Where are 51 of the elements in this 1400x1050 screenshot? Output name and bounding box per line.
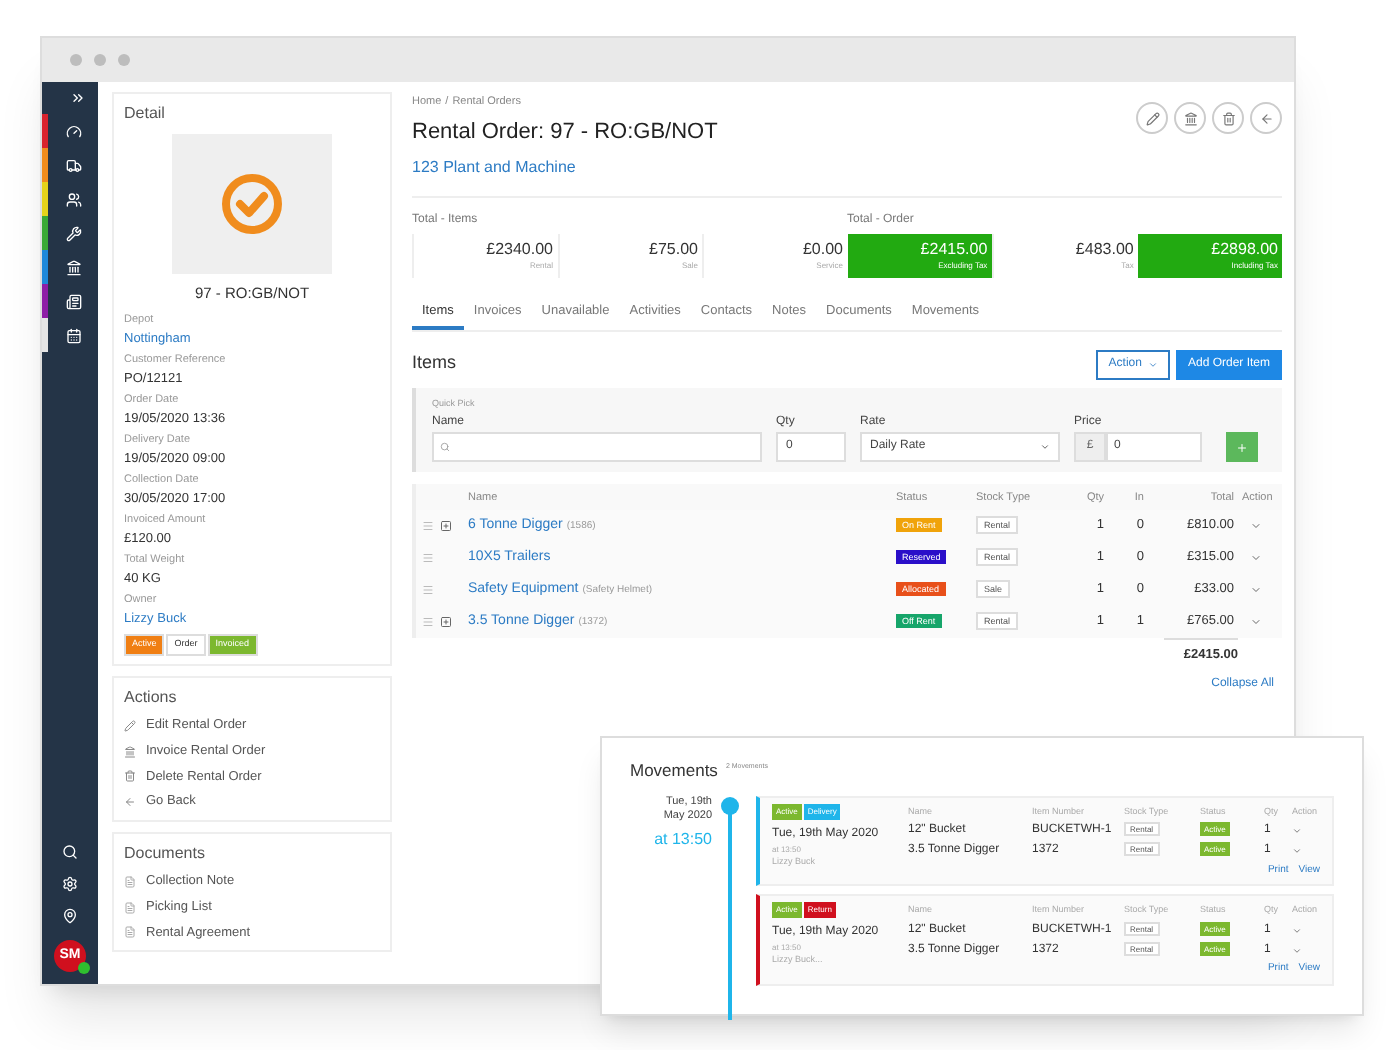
document-icon: [124, 875, 136, 888]
document-icon: [124, 926, 136, 939]
check-circle-icon: [220, 172, 284, 236]
timeline-time: at 13:50: [654, 829, 712, 850]
trash-icon: [124, 770, 136, 783]
gauge-icon[interactable]: [65, 123, 81, 139]
documents-title: Documents: [124, 842, 207, 866]
users-icon[interactable]: [65, 191, 81, 207]
truck-icon[interactable]: [65, 157, 81, 173]
expand-icon[interactable]: [70, 90, 86, 106]
movements-title: Movements: [630, 758, 718, 784]
bank-icon: [1183, 111, 1197, 125]
circle-icon-button[interactable]: [1136, 102, 1168, 134]
newspaper-icon[interactable]: [65, 293, 81, 309]
detail-title: Detail: [124, 102, 167, 126]
chevron-down-icon[interactable]: [1250, 552, 1262, 565]
drag-handle-icon[interactable]: [422, 616, 434, 629]
plus-icon: [1236, 441, 1248, 454]
add-button[interactable]: [1226, 432, 1258, 463]
bank-icon[interactable]: [65, 259, 81, 275]
drag-handle-icon[interactable]: [422, 584, 434, 597]
caret-icon: [1040, 442, 1050, 453]
drag-handle-icon[interactable]: [422, 520, 434, 533]
trash-icon: [1221, 111, 1235, 125]
circle-icon-button[interactable]: [1212, 102, 1244, 134]
pencil-icon: [1145, 111, 1159, 125]
chevron-down-icon[interactable]: [1250, 616, 1262, 629]
settings-icon[interactable]: [62, 876, 78, 892]
page-title: Rental Order: 97 - RO:GB/NOT: [412, 118, 718, 149]
chevron-down-icon[interactable]: [1250, 584, 1262, 597]
name-search-field[interactable]: [432, 432, 762, 463]
bank-icon: [124, 745, 136, 758]
actions-title: Actions: [124, 686, 179, 710]
map-pin-icon[interactable]: [62, 908, 78, 924]
customer-link[interactable]: 123 Plant and Machine: [412, 155, 718, 180]
caret-icon: [1147, 359, 1158, 369]
expand-icon[interactable]: [440, 616, 452, 629]
search-icon: [440, 442, 450, 453]
arrow-left-icon: [1259, 111, 1273, 125]
arrow-left-icon: [124, 796, 136, 809]
chevron-down-icon[interactable]: [1250, 520, 1262, 533]
pencil-icon: [124, 719, 136, 732]
expand-icon[interactable]: [440, 520, 452, 533]
search-icon[interactable]: [62, 844, 78, 860]
document-icon: [124, 901, 136, 914]
drag-handle-icon[interactable]: [422, 552, 434, 565]
circle-icon-button[interactable]: [1250, 102, 1282, 134]
items-title: Items: [412, 350, 457, 377]
circle-icon-button[interactable]: [1174, 102, 1206, 134]
wrench-icon[interactable]: [65, 225, 81, 241]
calendar-icon[interactable]: [65, 327, 81, 343]
